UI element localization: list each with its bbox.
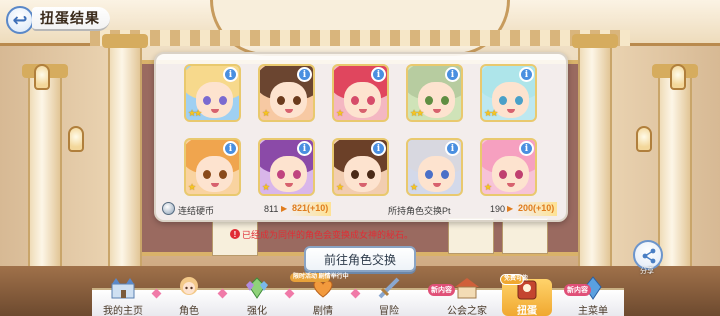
wall-lamp — [68, 126, 84, 152]
result-character-card[interactable]: i ★ — [258, 138, 315, 196]
screen-title: 扭蛋结果 — [32, 7, 110, 31]
conversion-notice: ! 已经成为同伴的角色会变换成女神的秘石。 — [230, 227, 426, 241]
nav-label: 公会之家 — [447, 306, 487, 316]
coin-label: 连结硬币 — [178, 206, 215, 216]
coin-before-value: 811 — [264, 204, 279, 214]
castle-icon — [108, 275, 138, 301]
info-icon[interactable]: i — [371, 141, 386, 156]
info-icon[interactable]: i — [445, 67, 460, 82]
coin-after-value: 821(+10) — [289, 202, 332, 216]
result-character-card[interactable]: i ★★ — [480, 64, 537, 122]
wall-paper — [502, 218, 548, 254]
info-icon[interactable]: i — [445, 141, 460, 156]
nav-item-enhance[interactable]: 强化 — [230, 275, 284, 316]
currency-summary: 连结硬币 811 ▶ 821(+10) 所持角色交换Pt 190 ▶ 200(+… — [162, 200, 562, 218]
result-character-card[interactable]: i ★★ — [406, 64, 463, 122]
nav-label: 剧情 — [313, 306, 333, 316]
result-card-grid: i ★★ i ★ i ★ i ★★ i ★★ i ★ i ★ i ★ i ★ i ★ — [184, 62, 544, 196]
result-character-card[interactable]: i ★ — [332, 138, 389, 196]
star-rating: ★ — [336, 108, 344, 118]
guild-house-icon — [452, 275, 482, 301]
result-character-card[interactable]: i ★★ — [184, 64, 241, 122]
wall-lamp — [636, 126, 652, 152]
notice-text: 已经成为同伴的角色会变换成女神的秘石。 — [242, 229, 414, 240]
share-icon — [642, 248, 656, 264]
star-rating: ★ — [188, 182, 196, 192]
free-gacha-badge: 免费可能 — [500, 274, 528, 285]
column — [22, 64, 68, 286]
exchange-button-label: 前往角色交换 — [323, 252, 396, 267]
nav-label: 主菜单 — [578, 306, 608, 316]
info-icon[interactable]: i — [519, 141, 534, 156]
pt-label: 所持角色交换Pt — [388, 206, 451, 216]
result-character-card[interactable]: i ★ — [258, 64, 315, 122]
back-button[interactable]: ↩ — [6, 6, 34, 34]
pt-after-value: 200(+10) — [515, 202, 558, 216]
pt-before-value: 190 — [490, 204, 506, 214]
coin-icon — [162, 202, 175, 215]
nav-item-adventure[interactable]: 冒险 — [362, 275, 416, 316]
screen-title-text: 扭蛋结果 — [40, 10, 100, 26]
event-tag-badge: 限时活动 剧情举行中 — [290, 273, 349, 282]
wall-paper — [448, 218, 494, 254]
new-content-badge: 新内容 — [564, 284, 591, 296]
star-rating: ★ — [262, 182, 270, 192]
info-icon[interactable]: i — [519, 67, 534, 82]
star-rating: ★★ — [188, 108, 202, 118]
gem-icon — [242, 275, 272, 301]
info-icon[interactable]: i — [223, 67, 238, 82]
info-icon[interactable]: i — [297, 141, 312, 156]
cornice — [90, 30, 630, 46]
star-rating: ★ — [336, 182, 344, 192]
star-rating: ★ — [410, 182, 418, 192]
warning-icon: ! — [230, 229, 240, 239]
info-icon[interactable]: i — [297, 67, 312, 82]
info-icon[interactable]: i — [223, 141, 238, 156]
nav-label: 扭蛋 — [517, 306, 537, 316]
result-character-card[interactable]: i ★ — [406, 138, 463, 196]
nav-label: 角色 — [179, 306, 199, 316]
nav-label: 我的主页 — [103, 306, 143, 316]
coin-arrow-icon: ▶ — [281, 204, 288, 213]
nav-item-character[interactable]: 角色 — [162, 275, 216, 316]
column — [572, 34, 618, 296]
pt-arrow-icon: ▶ — [507, 204, 514, 213]
wall-lamp — [670, 64, 686, 90]
back-arrow-icon: ↩ — [12, 9, 28, 30]
column — [102, 34, 148, 296]
wall-lamp — [34, 64, 50, 90]
result-character-card[interactable]: i ★ — [184, 138, 241, 196]
result-character-card[interactable]: i ★ — [480, 138, 537, 196]
info-icon[interactable]: i — [371, 67, 386, 82]
go-character-exchange-button[interactable]: 前往角色交换 — [304, 246, 416, 272]
gacha-result-panel: i ★★ i ★ i ★ i ★★ i ★★ i ★ i ★ i ★ i ★ i ★ 连结硬币 811 ▶ 821(+… — [154, 52, 568, 222]
star-rating: ★★ — [410, 108, 424, 118]
nav-item-my-home[interactable]: 我的主页 — [96, 275, 150, 316]
nav-label: 强化 — [247, 306, 267, 316]
star-rating: ★★ — [484, 108, 498, 118]
result-character-card[interactable]: i ★ — [332, 64, 389, 122]
column — [652, 64, 698, 286]
star-rating: ★ — [262, 108, 270, 118]
arch — [210, 0, 510, 56]
nav-item-guild-house[interactable]: 公会之家 — [440, 275, 494, 316]
star-rating: ★ — [484, 182, 492, 192]
sword-icon — [374, 275, 404, 301]
character-icon — [174, 275, 204, 301]
share-label: 分享 — [640, 268, 654, 275]
nav-label: 冒险 — [379, 306, 399, 316]
